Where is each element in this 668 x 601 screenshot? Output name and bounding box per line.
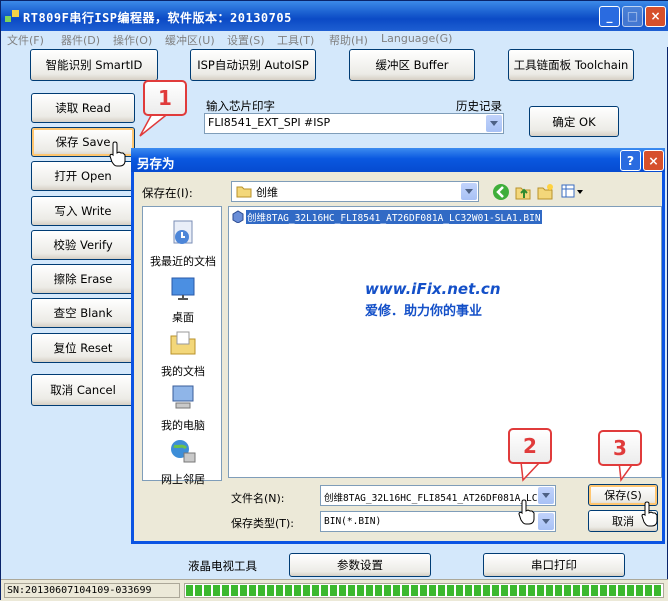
write-button[interactable]: 写入 Write	[31, 196, 135, 226]
param-settings-button[interactable]: 参数设置	[289, 553, 431, 577]
place-desktop[interactable]: 桌面	[143, 275, 223, 325]
maximize-button[interactable]: □	[622, 6, 643, 27]
chevron-down-icon[interactable]	[486, 115, 502, 132]
app-icon	[5, 10, 19, 22]
history-label: 历史记录	[456, 99, 502, 113]
file-icon	[232, 210, 244, 223]
filetype-value: BIN(*.BIN)	[324, 516, 382, 527]
back-icon[interactable]	[492, 183, 510, 201]
filetype-label: 保存类型(T):	[231, 517, 295, 530]
watermark-slogan: 爱修．助力你的事业	[365, 304, 483, 319]
place-network-label: 网上邻居	[161, 473, 205, 486]
filename-label: 文件名(N):	[231, 492, 285, 505]
place-recent[interactable]: 我最近的文档	[143, 219, 223, 269]
menu-language[interactable]: Language(G)	[381, 32, 452, 45]
place-my-documents-label: 我的文档	[161, 365, 205, 378]
progress-fill	[186, 585, 662, 596]
chip-combo[interactable]: FLI8541_EXT_SPI #ISP	[204, 113, 504, 134]
lcd-tool-label: 液晶电视工具	[188, 559, 257, 573]
confirm-ok-button[interactable]: 确定 OK	[529, 106, 619, 137]
place-desktop-label: 桌面	[172, 311, 194, 324]
place-my-computer-label: 我的电脑	[161, 419, 205, 432]
toolchain-button[interactable]: 工具链面板 Toolchain	[508, 49, 634, 81]
blank-button[interactable]: 查空 Blank	[31, 298, 135, 328]
network-icon	[171, 440, 196, 463]
step-badge-3: 3	[598, 430, 642, 466]
chip-value: FLI8541_EXT_SPI #ISP	[208, 116, 331, 129]
erase-button[interactable]: 擦除 Erase	[31, 264, 135, 294]
place-network[interactable]: 网上邻居	[143, 437, 223, 487]
help-button[interactable]: ?	[620, 150, 641, 171]
save-in-combo[interactable]: 创维	[231, 181, 479, 202]
place-my-computer[interactable]: 我的电脑	[143, 383, 223, 433]
verify-button[interactable]: 校验 Verify	[31, 230, 135, 260]
up-folder-icon[interactable]	[514, 183, 532, 201]
menu-tools[interactable]: 工具(T)	[277, 32, 314, 48]
new-folder-icon[interactable]	[536, 183, 554, 201]
place-recent-label: 我最近的文档	[150, 255, 216, 268]
view-menu-icon[interactable]	[560, 183, 584, 201]
step-badge-1: 1	[143, 80, 187, 116]
file-list[interactable]: 创维8TAG_32L16HC_FLI8541_AT26DF081A_LC32W0…	[228, 206, 662, 478]
menu-buffer[interactable]: 缓冲区(U)	[165, 32, 215, 48]
menu-settings[interactable]: 设置(S)	[227, 32, 265, 48]
menu-file[interactable]: 文件(F)	[7, 32, 44, 48]
menu-device[interactable]: 器件(D)	[61, 32, 100, 48]
step-badge-2: 2	[508, 428, 552, 464]
my-computer-icon	[172, 385, 194, 409]
hand-cursor-icon	[518, 499, 535, 525]
file-item[interactable]: 创维8TAG_32L16HC_FLI8541_AT26DF081A_LC32W0…	[231, 209, 542, 224]
chevron-down-icon[interactable]	[461, 183, 477, 200]
dialog-close-button[interactable]: ×	[643, 150, 664, 171]
desktop-icon	[171, 277, 195, 300]
menu-operate[interactable]: 操作(O)	[113, 32, 152, 48]
autoisp-button[interactable]: ISP自动识别 AutoISP	[190, 49, 316, 81]
close-button[interactable]: ×	[645, 6, 666, 27]
my-documents-icon	[170, 331, 196, 355]
file-item-name: 创维8TAG_32L16HC_FLI8541_AT26DF081A_LC32W0…	[246, 209, 542, 224]
minimize-button[interactable]: _	[599, 6, 620, 27]
chevron-down-icon[interactable]	[538, 487, 554, 504]
watermark-url: www.iFix.net.cn	[365, 280, 501, 298]
serial-number: SN:20130607104109-033699	[4, 583, 180, 598]
folder-icon	[236, 186, 252, 198]
cancel-button[interactable]: 取消 Cancel	[31, 374, 135, 406]
reset-button[interactable]: 复位 Reset	[31, 333, 135, 363]
save-as-dialog: 另存为 ? × 保存在(I): 创维 我最近的文档 桌面 我的文档 我的电脑 网	[131, 148, 665, 544]
chip-input-label: 输入芯片印字	[206, 99, 275, 113]
save-in-value: 创维	[256, 186, 278, 199]
menu-bar: 文件(F) 器件(D) 操作(O) 缓冲区(U) 设置(S) 工具(T) 帮助(…	[1, 31, 668, 47]
chevron-down-icon[interactable]	[538, 513, 554, 530]
hand-cursor-icon	[109, 141, 126, 167]
serial-print-button[interactable]: 串口打印	[483, 553, 625, 577]
smartid-button[interactable]: 智能识别 SmartID	[30, 49, 158, 81]
buffer-button[interactable]: 缓冲区 Buffer	[349, 49, 475, 81]
main-title-bar[interactable]: RT809F串行ISP编程器，软件版本：20130705 _ □ ×	[1, 1, 668, 31]
dialog-title-bar[interactable]: 另存为 ? ×	[131, 148, 665, 172]
window-title: RT809F串行ISP编程器，软件版本：20130705	[23, 11, 292, 25]
recent-documents-icon	[173, 220, 193, 244]
read-button[interactable]: 读取 Read	[31, 93, 135, 123]
save-in-label: 保存在(I):	[142, 186, 193, 200]
menu-help[interactable]: 帮助(H)	[329, 32, 368, 48]
hand-cursor-icon	[641, 501, 658, 527]
progress-bar	[184, 583, 664, 598]
places-bar: 我最近的文档 桌面 我的文档 我的电脑 网上邻居	[142, 206, 223, 486]
filename-value[interactable]: 创维8TAG_32L16HC_FLI8541_AT26DF081A_LC	[324, 490, 537, 504]
dialog-title: 另存为	[137, 156, 175, 171]
place-my-documents[interactable]: 我的文档	[143, 329, 223, 379]
status-bar: SN:20130607104109-033699	[1, 579, 668, 601]
